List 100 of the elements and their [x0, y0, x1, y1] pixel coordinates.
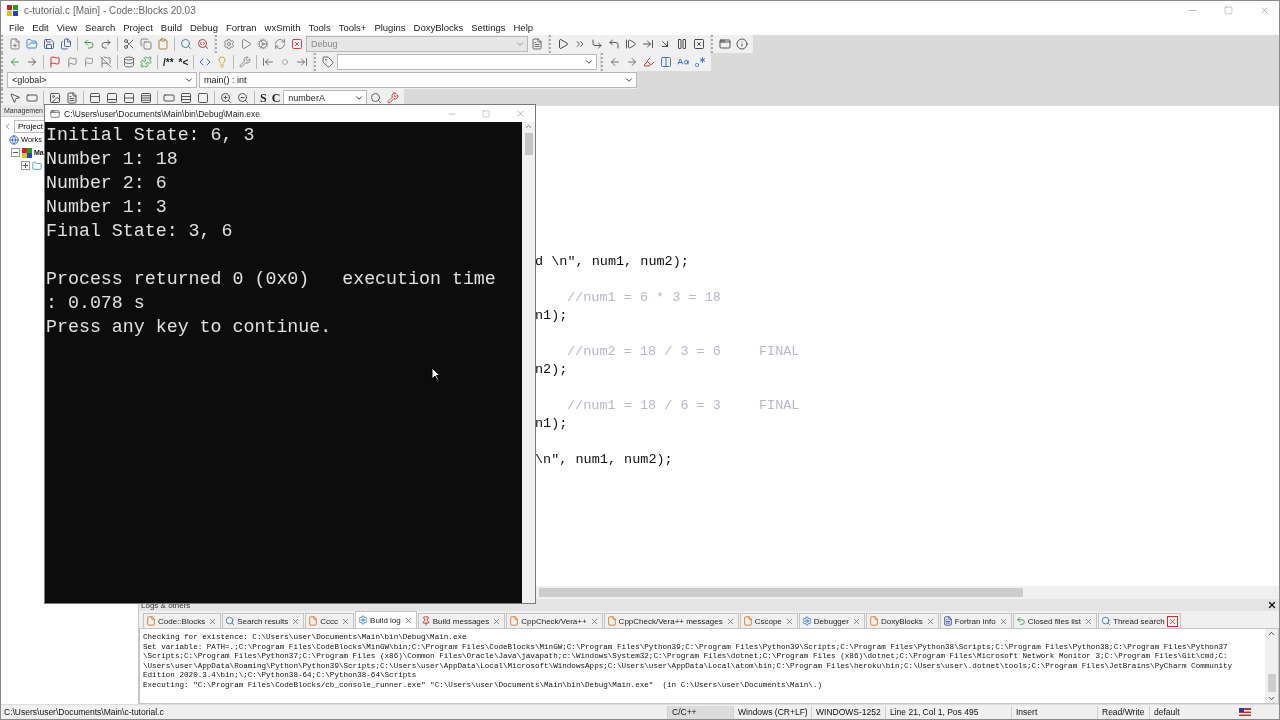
panel-tab[interactable]: Project: [14, 119, 47, 133]
menu-item[interactable]: Settings: [467, 21, 510, 33]
menu-item[interactable]: Edit: [28, 21, 53, 33]
log-tab[interactable]: Cccc: [305, 613, 355, 628]
menu-item[interactable]: Search: [81, 21, 120, 33]
scroll-down-icon[interactable]: [1267, 694, 1276, 703]
console-line: Press any key to continue.: [46, 316, 333, 339]
log-tab[interactable]: Closed files list: [1012, 613, 1097, 628]
scroll-left-icon[interactable]: [3, 121, 12, 131]
wrench-icon[interactable]: [385, 90, 402, 106]
caret-icon: [515, 39, 525, 49]
scrollbar-thumb[interactable]: [1267, 674, 1276, 692]
log-tab[interactable]: CppCheck/Vera++: [506, 613, 603, 628]
log-tab[interactable]: DoxyBlocks: [865, 613, 939, 628]
menu-item[interactable]: View: [52, 21, 82, 33]
collapse-icon[interactable]: [11, 148, 20, 157]
log-tab[interactable]: Code::Blocks: [143, 613, 222, 628]
scope-select[interactable]: <global>: [7, 72, 197, 88]
page-icon: [509, 616, 520, 626]
gear-icon[interactable]: [221, 36, 237, 52]
menu-item[interactable]: File: [5, 21, 29, 33]
comment-button[interactable]: /**: [161, 54, 176, 70]
undo-icon[interactable]: [81, 36, 97, 52]
scrollbar-thumb[interactable]: [539, 588, 1023, 597]
copy-icon[interactable]: [138, 36, 154, 52]
rows-icon[interactable]: [138, 90, 154, 106]
paste-icon[interactable]: [155, 36, 171, 52]
menu-item[interactable]: Tools: [304, 21, 335, 33]
log-tab[interactable]: CppCheck/Vera++ messages: [603, 613, 739, 628]
info-icon[interactable]: [734, 36, 750, 52]
search-icon[interactable]: [178, 36, 194, 52]
caret-icon: [354, 93, 365, 103]
log-tab[interactable]: Build log: [355, 611, 417, 628]
redo-icon[interactable]: [98, 36, 114, 52]
menu-item[interactable]: Project: [119, 21, 157, 33]
menu-item[interactable]: Help: [509, 21, 538, 33]
log-tab[interactable]: Debugger: [798, 613, 865, 628]
console-line: Number 1: 18: [46, 148, 179, 171]
square-icon[interactable]: [195, 90, 211, 106]
flag-icon[interactable]: [47, 54, 63, 70]
stack-icon[interactable]: [121, 54, 137, 70]
zoom-out-icon[interactable]: [235, 90, 251, 106]
console-line: Number 1: 3: [46, 196, 168, 219]
rows-icon[interactable]: [121, 90, 137, 106]
menu-item[interactable]: Build: [156, 21, 186, 33]
tag-icon[interactable]: [320, 54, 337, 70]
close-icon[interactable]: [1267, 600, 1277, 610]
next-icon[interactable]: [623, 36, 639, 52]
image-icon[interactable]: [47, 90, 63, 106]
log-tab[interactable]: Thread search: [1098, 613, 1181, 628]
console-line: Number 2: 6: [46, 172, 168, 195]
refresh-icon[interactable]: [272, 36, 288, 52]
pointer-icon[interactable]: [7, 90, 23, 106]
gear-icon: [801, 616, 812, 626]
symbol-button[interactable]: C: [269, 90, 283, 106]
file-icon[interactable]: [64, 90, 80, 106]
window-title: c-tutorial.c [Main] - Code::Blocks 20.03: [24, 4, 197, 16]
menu-item[interactable]: DoxyBlocks: [409, 21, 468, 33]
log-tab[interactable]: Build messages: [417, 613, 506, 628]
page-icon: [606, 616, 617, 626]
open-folder-icon[interactable]: [24, 36, 40, 52]
flag-off-icon[interactable]: [98, 54, 114, 70]
menu-item[interactable]: Debug: [185, 21, 222, 33]
log-tab[interactable]: Cscope: [739, 613, 798, 628]
menu-item[interactable]: Fortran: [221, 21, 261, 33]
scroll-up-icon[interactable]: [524, 122, 533, 131]
wrench-icon[interactable]: [237, 54, 254, 70]
window-icon[interactable]: [717, 36, 733, 52]
log-tab[interactable]: Search results: [222, 613, 305, 628]
panel-icon[interactable]: [87, 90, 103, 106]
scrollbar-thumb[interactable]: [524, 133, 533, 155]
symbol-button[interactable]: S: [258, 90, 269, 106]
stop-icon[interactable]: [289, 36, 305, 52]
folder-icon: [32, 160, 42, 171]
panel-icon[interactable]: [104, 90, 120, 106]
rows-icon[interactable]: [178, 90, 194, 106]
console-line: Final State: 3, 6: [46, 220, 234, 243]
caret-icon: [584, 57, 595, 67]
zoom-in-icon[interactable]: [218, 90, 234, 106]
puzzle-icon[interactable]: [138, 54, 154, 70]
console-line: Process returned 0 (0x0) execution time: [46, 268, 497, 291]
menu-item[interactable]: Plugins: [370, 21, 410, 33]
log-tab[interactable]: Fortran info: [939, 613, 1012, 628]
comment-button[interactable]: *<: [176, 54, 191, 70]
gear-icon: [358, 615, 369, 625]
status-encoding: WINDOWS-1252: [811, 705, 885, 719]
save-icon[interactable]: [41, 36, 57, 52]
code-line: n2);: [535, 361, 568, 377]
menu-item[interactable]: Tools+: [334, 21, 371, 33]
menu-item[interactable]: wxSmith: [260, 21, 305, 33]
search-code-icon[interactable]: [195, 36, 211, 52]
caret-icon: [184, 75, 194, 85]
new-file-icon[interactable]: [7, 36, 23, 52]
cog-icon[interactable]: [255, 36, 271, 52]
file-icon[interactable]: [529, 36, 545, 52]
save-all-icon[interactable]: [58, 36, 74, 52]
scroll-up-icon[interactable]: [1267, 629, 1276, 638]
function-select[interactable]: main() : int: [199, 72, 637, 88]
stop-icon[interactable]: [691, 36, 707, 52]
expand-icon[interactable]: [21, 161, 30, 170]
